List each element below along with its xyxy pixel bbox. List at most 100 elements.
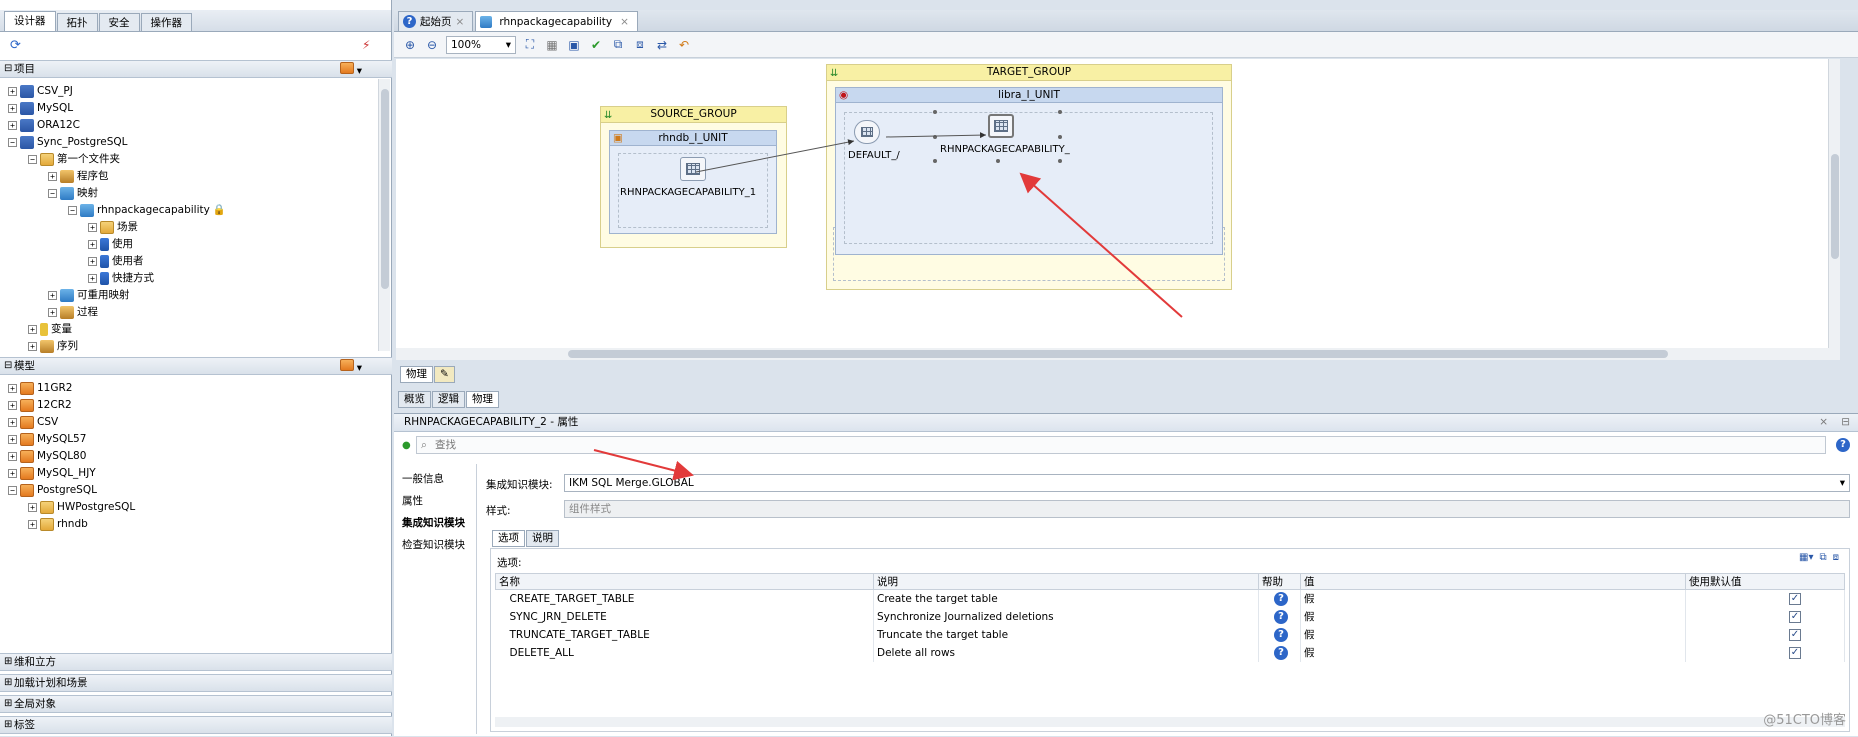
tree-item-shortcuts[interactable]: + 快捷方式: [88, 270, 154, 287]
zoom-out-icon[interactable]: ⊖: [424, 37, 440, 53]
tab-physical-structure[interactable]: 物理: [466, 391, 499, 408]
mapping-connector[interactable]: [695, 139, 855, 173]
validate-icon[interactable]: ✔: [588, 37, 604, 53]
fit-icon[interactable]: ⛶: [522, 37, 538, 53]
tree-item-12cr2[interactable]: +12CR2: [8, 397, 72, 414]
tree-item-mappings[interactable]: − 映射: [48, 185, 98, 202]
tab-start-page[interactable]: ? 起始页 ×: [398, 11, 474, 32]
tab-rhnpackagecapability[interactable]: rhnpackagecapability ×: [475, 11, 638, 31]
expand-icon[interactable]: +: [48, 291, 57, 300]
expand-icon[interactable]: +: [8, 418, 17, 427]
tree-label: 使用: [112, 238, 133, 250]
model-folder-icon: [20, 382, 34, 395]
tags-section-header[interactable]: ⊞ 标签: [0, 716, 392, 734]
new-project-icon[interactable]: ▾: [339, 62, 362, 79]
tab-add[interactable]: ✎: [434, 366, 455, 383]
project-icon: [20, 136, 34, 149]
reusable-mapping-icon: [60, 289, 74, 302]
connect-icon[interactable]: ⇄: [654, 37, 670, 53]
expand-icon[interactable]: +: [28, 342, 37, 351]
tree-item-sequences[interactable]: + 序列: [28, 338, 78, 355]
tab-security[interactable]: 安全: [98, 13, 140, 31]
tree-item-11gr2[interactable]: +11GR2: [8, 380, 72, 397]
collapse-icon[interactable]: −: [48, 189, 57, 198]
collapse-icon[interactable]: −: [8, 486, 17, 495]
load-plans-section-header[interactable]: ⊞ 加载计划和场景: [0, 674, 392, 692]
expand-icon[interactable]: +: [8, 469, 17, 478]
tree-item-packages[interactable]: + 程序包: [48, 168, 109, 185]
new-model-icon[interactable]: ▾: [339, 359, 362, 376]
tree-item-first-folder[interactable]: − 第一个文件夹: [28, 151, 120, 168]
tree-item-users[interactable]: + 使用者: [88, 253, 144, 270]
tree-item-mysql57[interactable]: + MySQL57: [8, 431, 86, 448]
close-icon[interactable]: ×: [620, 12, 629, 32]
expand-icon[interactable]: +: [88, 240, 97, 249]
tree-item-rhnpackagecapability[interactable]: − rhnpackagecapability 🔒: [68, 202, 226, 219]
tree-item-mysql-hjy[interactable]: + MySQL_HJY: [8, 465, 96, 482]
models-section-header[interactable]: ⊟ 模型 ▾: [0, 357, 392, 375]
collapse-icon[interactable]: −: [68, 206, 77, 215]
tree-label: 11GR2: [37, 382, 73, 394]
zoom-in-icon[interactable]: ⊕: [402, 37, 418, 53]
tree-item-hwpostgresql[interactable]: + HWPostgreSQL: [28, 499, 135, 516]
mapping-canvas[interactable]: ⇊ SOURCE_GROUP ▣ rhndb_l_UNIT RHNPACKAGECA…: [396, 59, 1840, 359]
refresh-icon[interactable]: ⟳: [10, 38, 21, 53]
tab-physical[interactable]: 物理: [400, 366, 433, 383]
expand-icon[interactable]: +: [8, 452, 17, 461]
undo-icon[interactable]: ↶: [676, 37, 692, 53]
expand-icon[interactable]: +: [8, 401, 17, 410]
section-label: 标签: [14, 719, 35, 731]
expand-icon[interactable]: +: [28, 325, 37, 334]
mapping-connector[interactable]: [885, 132, 987, 139]
close-icon[interactable]: ×: [456, 12, 465, 32]
zoom-select[interactable]: 100% ▾: [446, 35, 516, 54]
scrollbar-thumb[interactable]: [381, 89, 389, 289]
tree-item-rhndb[interactable]: + rhndb: [28, 516, 88, 533]
expand-icon[interactable]: +: [8, 104, 17, 113]
expand-icon[interactable]: +: [48, 172, 57, 181]
project-tree-scrollbar[interactable]: [378, 79, 390, 351]
expand-icon[interactable]: +: [8, 384, 17, 393]
expand-icon[interactable]: +: [28, 520, 37, 529]
expand-icon[interactable]: +: [88, 223, 97, 232]
tab-logical[interactable]: 逻辑: [432, 391, 465, 408]
tree-item-procedures[interactable]: + 过程: [48, 304, 98, 321]
tree-item-uses[interactable]: + 使用: [88, 236, 133, 253]
canvas-horizontal-scrollbar[interactable]: [396, 348, 1840, 360]
tree-item-ora12c[interactable]: + ORA12C: [8, 117, 80, 134]
collapse-icon: ⊟: [4, 63, 13, 74]
global-objects-section-header[interactable]: ⊞ 全局对象: [0, 695, 392, 713]
scrollbar-thumb[interactable]: [568, 350, 1668, 358]
tree-item-scenarios[interactable]: + 场景: [88, 219, 138, 236]
expand-icon[interactable]: +: [8, 87, 17, 96]
expand-all-icon[interactable]: ⧉: [610, 37, 626, 53]
tree-item-reusable-mappings[interactable]: + 可重用映射: [48, 287, 130, 304]
projects-section-header[interactable]: ⊟ 项目 ▾: [0, 60, 392, 78]
tree-item-mysql80[interactable]: + MySQL80: [8, 448, 86, 465]
tab-designer[interactable]: 设计器: [4, 11, 56, 31]
collapse-all-icon[interactable]: ⧈: [632, 37, 648, 53]
collapse-icon[interactable]: −: [28, 155, 37, 164]
connect-icon[interactable]: ⚡: [362, 38, 370, 52]
tree-item-mysql[interactable]: + MySQL: [8, 100, 73, 117]
tree-item-postgresql[interactable]: − PostgreSQL: [8, 482, 97, 499]
scrollbar-thumb[interactable]: [1831, 154, 1839, 259]
expand-icon[interactable]: +: [88, 257, 97, 266]
expand-icon[interactable]: +: [88, 274, 97, 283]
expand-icon[interactable]: +: [28, 503, 37, 512]
canvas-vertical-scrollbar[interactable]: [1828, 59, 1840, 359]
dimensions-section-header[interactable]: ⊞ 维和立方: [0, 653, 392, 671]
expand-icon[interactable]: +: [8, 121, 17, 130]
layout-icon[interactable]: ▦: [544, 37, 560, 53]
image-icon[interactable]: ▣: [566, 37, 582, 53]
tree-item-sync-postgresql[interactable]: − Sync_PostgreSQL: [8, 134, 128, 151]
expand-icon[interactable]: +: [8, 435, 17, 444]
tab-operator[interactable]: 操作器: [140, 13, 192, 31]
tree-item-variables[interactable]: + 变量: [28, 321, 72, 338]
expand-icon[interactable]: +: [48, 308, 57, 317]
tab-topology[interactable]: 拓扑: [56, 13, 98, 31]
collapse-icon[interactable]: −: [8, 138, 17, 147]
tree-item-csv[interactable]: + CSV: [8, 414, 58, 431]
tab-overview[interactable]: 概览: [398, 391, 431, 408]
tree-item-csv-pj[interactable]: + CSV_PJ: [8, 83, 73, 100]
